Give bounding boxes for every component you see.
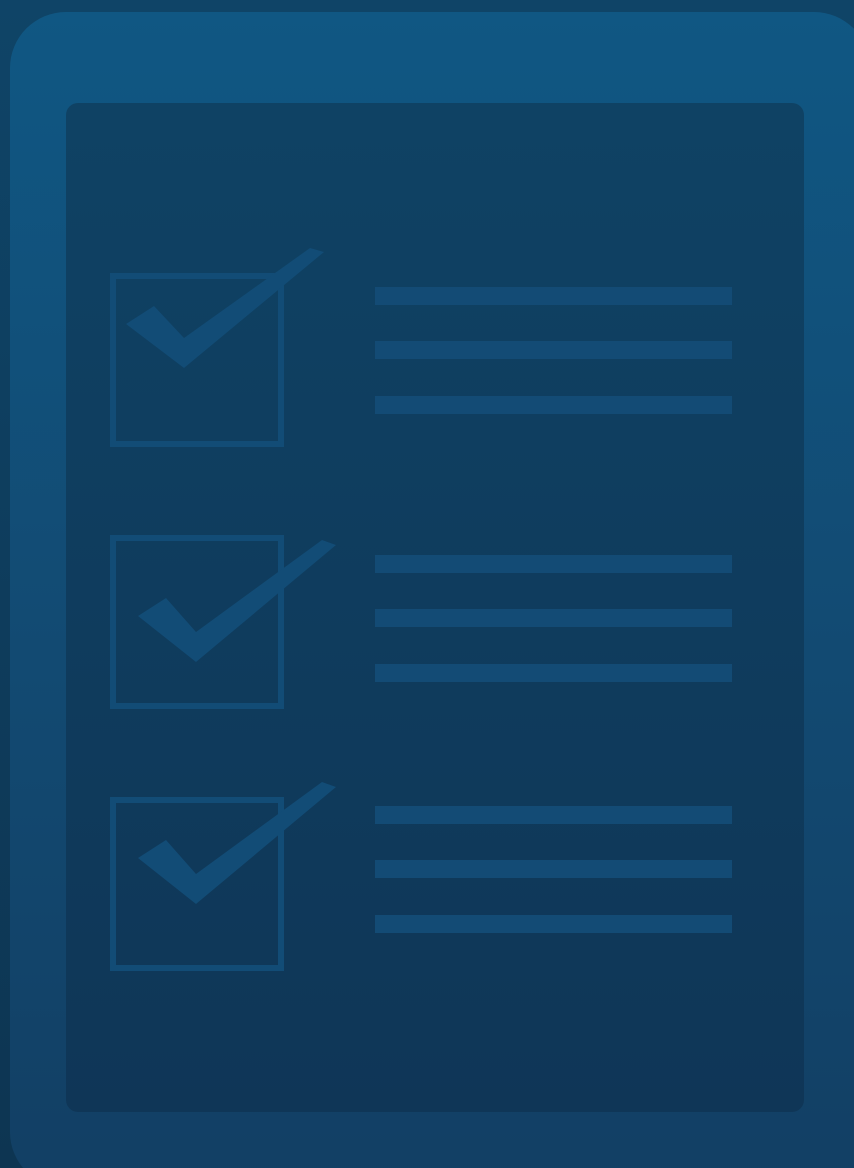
text-line [375, 860, 732, 878]
text-line [375, 915, 732, 933]
text-line [375, 806, 732, 824]
checkmark-icon [138, 782, 336, 904]
checklist-illustration [0, 0, 854, 1168]
